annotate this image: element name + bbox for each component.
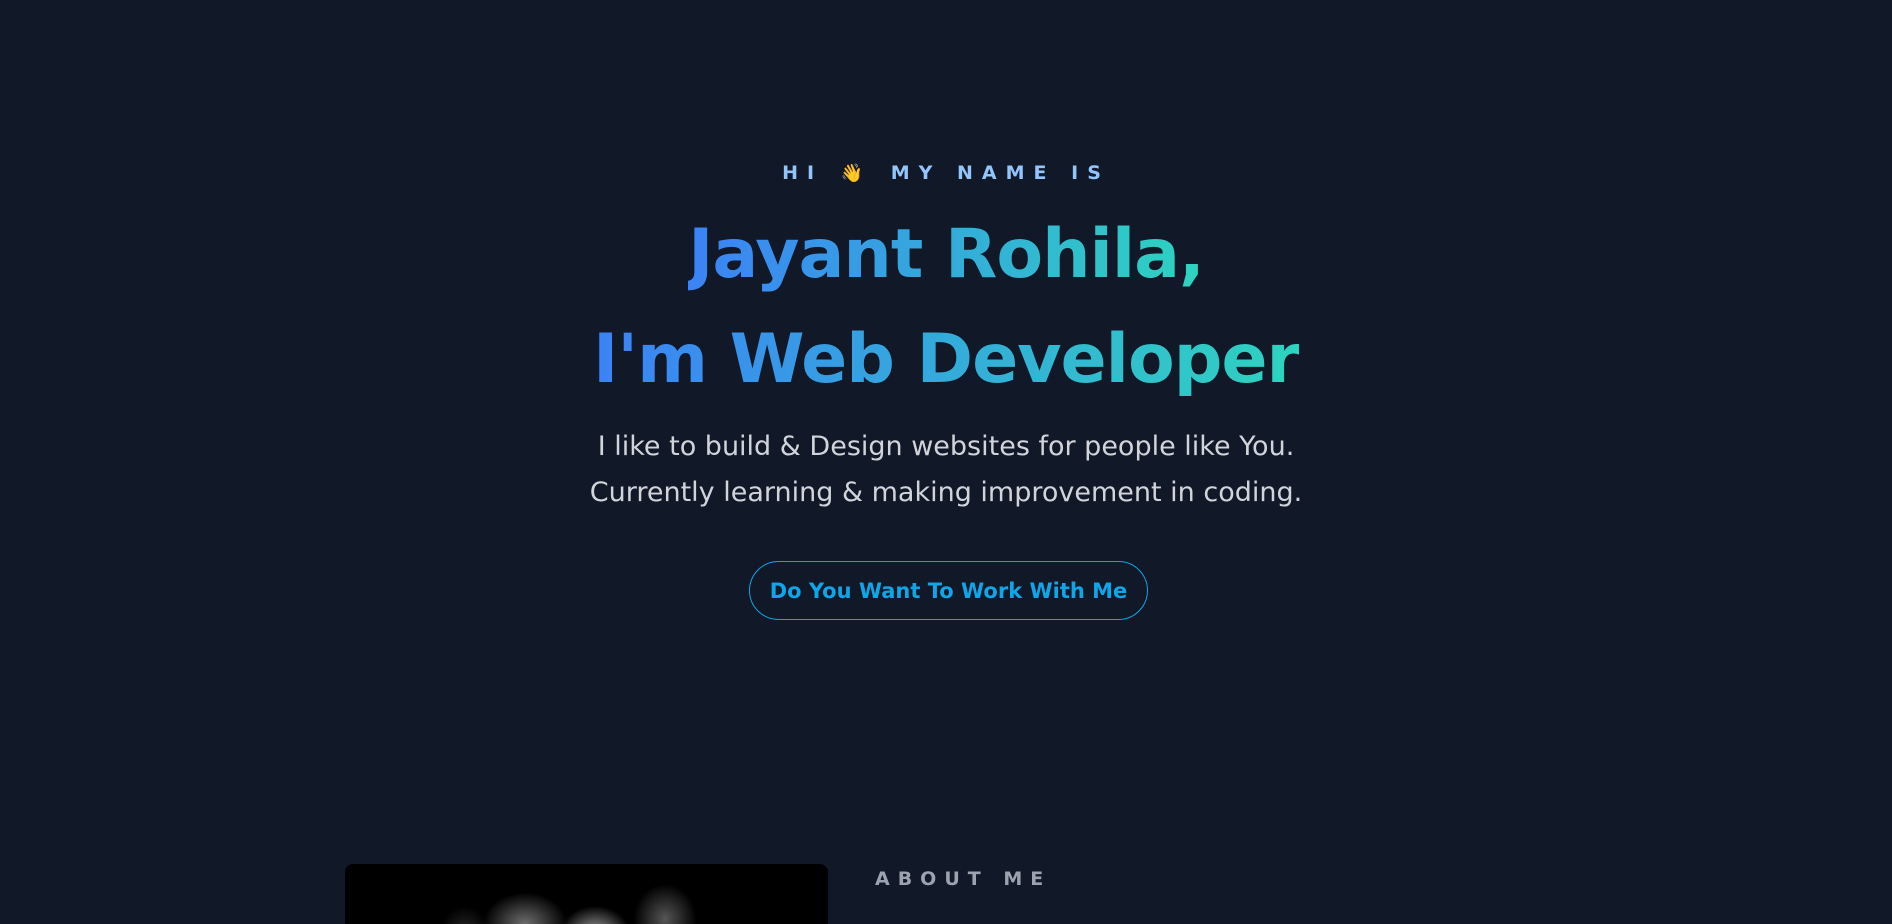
- hero-name-heading: Jayant Rohila,: [0, 215, 1892, 295]
- about-photo: [345, 864, 828, 924]
- greeting-prefix: HI: [782, 162, 824, 184]
- hero-name: Jayant Rohila,: [688, 215, 1205, 294]
- about-me-label: ABOUT ME: [875, 868, 1052, 890]
- portfolio-page: HI 👋 MY NAME IS Jayant Rohila, I'm Web D…: [0, 0, 1892, 924]
- hero-intro: I like to build & Design websites for pe…: [0, 424, 1892, 516]
- greeting-text: HI 👋 MY NAME IS: [0, 162, 1892, 184]
- intro-line-1: I like to build & Design websites for pe…: [597, 431, 1295, 462]
- greeting-suffix: MY NAME IS: [890, 162, 1110, 184]
- hero-role-heading: I'm Web Developer: [0, 320, 1892, 400]
- waving-hand-icon: 👋: [840, 163, 864, 184]
- work-with-me-button[interactable]: Do You Want To Work With Me: [749, 561, 1148, 620]
- hero-role: I'm Web Developer: [592, 320, 1300, 399]
- intro-line-2: Currently learning & making improvement …: [589, 477, 1303, 508]
